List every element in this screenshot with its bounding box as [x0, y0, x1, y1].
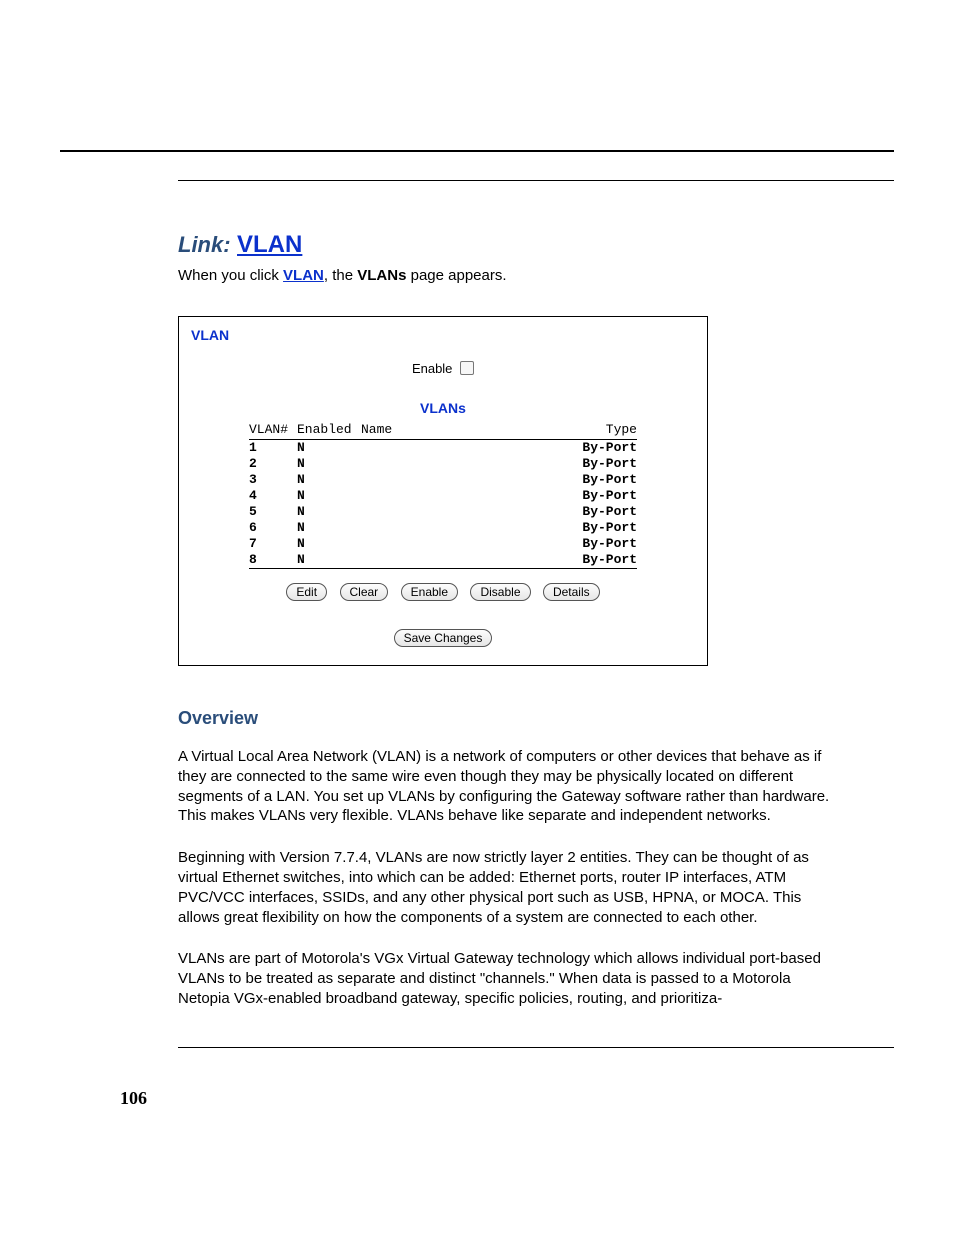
- overview-p3: VLANs are part of Motorola's VGx Virtual…: [178, 949, 834, 1008]
- table-row[interactable]: 1N By-Port: [249, 440, 637, 456]
- enable-button[interactable]: Enable: [401, 583, 458, 601]
- save-row: Save Changes: [189, 629, 697, 647]
- cell-vlan-num: 7: [249, 536, 297, 552]
- cell-enabled: N: [297, 488, 361, 504]
- cell-name: [361, 440, 567, 456]
- cell-name: [361, 552, 567, 568]
- cell-vlan-num: 5: [249, 504, 297, 520]
- col-type: Type: [567, 422, 637, 437]
- enable-label: Enable: [412, 361, 452, 376]
- clear-button[interactable]: Clear: [340, 583, 389, 601]
- table-row[interactable]: 7N By-Port: [249, 536, 637, 552]
- cell-enabled: N: [297, 456, 361, 472]
- overview-p1: A Virtual Local Area Network (VLAN) is a…: [178, 747, 834, 826]
- panel-subtitle: VLANs: [189, 400, 697, 416]
- cell-type: By-Port: [567, 552, 637, 568]
- cell-name: [361, 536, 567, 552]
- enable-checkbox[interactable]: [460, 361, 474, 375]
- disable-button[interactable]: Disable: [470, 583, 530, 601]
- table-row[interactable]: 5N By-Port: [249, 504, 637, 520]
- cell-type: By-Port: [567, 504, 637, 520]
- cell-vlan-num: 6: [249, 520, 297, 536]
- cell-type: By-Port: [567, 472, 637, 488]
- col-vlan-num: VLAN#: [249, 422, 297, 437]
- cell-type: By-Port: [567, 440, 637, 456]
- cell-type: By-Port: [567, 536, 637, 552]
- cell-name: [361, 456, 567, 472]
- vlan-link[interactable]: VLAN: [283, 267, 324, 284]
- cell-type: By-Port: [567, 456, 637, 472]
- overview-p2: Beginning with Version 7.7.4, VLANs are …: [178, 848, 834, 927]
- link-prefix: Link:: [178, 232, 231, 257]
- cell-type: By-Port: [567, 520, 637, 536]
- section-heading: Link: VLAN: [178, 231, 834, 259]
- cell-enabled: N: [297, 440, 361, 456]
- top-rule: [60, 150, 894, 152]
- intro-mid: , the: [324, 267, 357, 284]
- cell-vlan-num: 3: [249, 472, 297, 488]
- table-row[interactable]: 2N By-Port: [249, 456, 637, 472]
- table-row[interactable]: 4N By-Port: [249, 488, 637, 504]
- cell-enabled: N: [297, 520, 361, 536]
- table-row[interactable]: 6N By-Port: [249, 520, 637, 536]
- cell-type: By-Port: [567, 488, 637, 504]
- link-title[interactable]: VLAN: [237, 231, 302, 258]
- vlan-panel: VLAN Enable VLANs VLAN# Enabled Name Typ…: [178, 316, 708, 666]
- intro-text: When you click VLAN, the VLANs page appe…: [178, 267, 834, 284]
- foot-rule: [178, 1047, 894, 1048]
- table-row[interactable]: 3N By-Port: [249, 472, 637, 488]
- page-number: 106: [120, 1088, 894, 1109]
- cell-enabled: N: [297, 472, 361, 488]
- save-changes-button[interactable]: Save Changes: [394, 629, 493, 647]
- cell-vlan-num: 1: [249, 440, 297, 456]
- cell-enabled: N: [297, 504, 361, 520]
- intro-pre: When you click: [178, 267, 283, 284]
- table-row[interactable]: 8N By-Port: [249, 552, 637, 568]
- enable-row: Enable: [189, 361, 697, 376]
- vlan-table: VLAN# Enabled Name Type 1NBy-Port2NBy-Po…: [249, 420, 637, 569]
- col-name: Name: [361, 422, 567, 437]
- cell-vlan-num: 2: [249, 456, 297, 472]
- cell-vlan-num: 8: [249, 552, 297, 568]
- intro-post: page appears.: [406, 267, 506, 284]
- edit-button[interactable]: Edit: [286, 583, 327, 601]
- intro-bold: VLANs: [357, 267, 406, 284]
- cell-name: [361, 504, 567, 520]
- table-header: VLAN# Enabled Name Type: [249, 420, 637, 439]
- cell-name: [361, 472, 567, 488]
- cell-name: [361, 520, 567, 536]
- cell-enabled: N: [297, 552, 361, 568]
- button-row: Edit Clear Enable Disable Details: [189, 583, 697, 601]
- cell-vlan-num: 4: [249, 488, 297, 504]
- panel-title: VLAN: [191, 327, 697, 343]
- overview-heading: Overview: [178, 708, 834, 729]
- details-button[interactable]: Details: [543, 583, 600, 601]
- cell-enabled: N: [297, 536, 361, 552]
- cell-name: [361, 488, 567, 504]
- col-enabled: Enabled: [297, 422, 361, 437]
